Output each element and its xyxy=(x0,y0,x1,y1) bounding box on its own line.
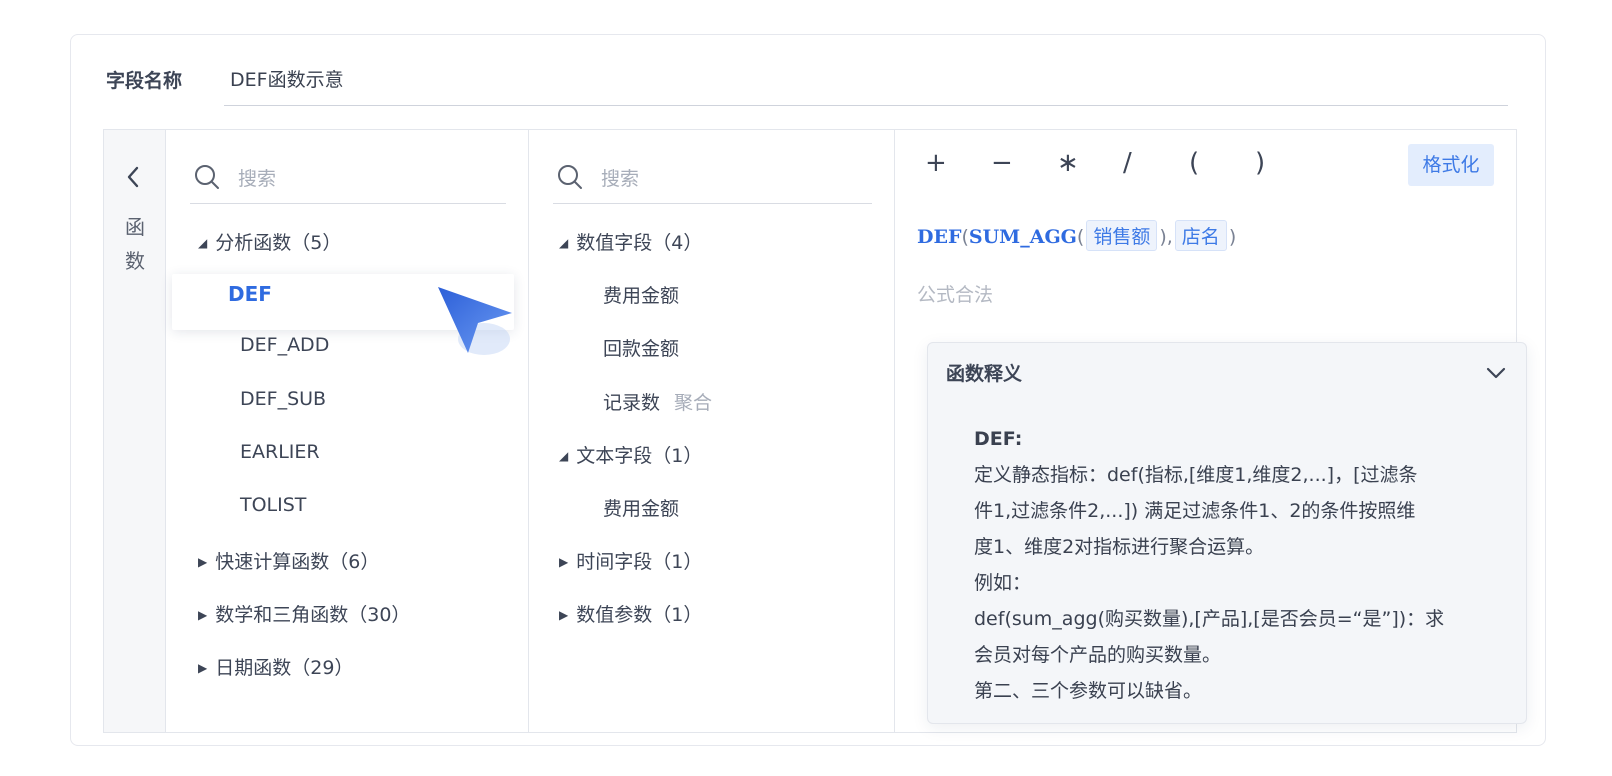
group-label: 数学和三角函数（30） xyxy=(215,604,411,626)
popup-title: 函数释义 xyxy=(946,363,1023,385)
pointer-cursor-icon xyxy=(438,287,512,355)
group-label: 数值参数（1） xyxy=(576,604,703,626)
group-analysis-functions[interactable]: ◢ 分析函数（5） xyxy=(198,228,341,255)
group-numeric-params[interactable]: ▶ 数值参数（1） xyxy=(559,600,702,627)
popup-body: DEF: 定义静态指标：def(指标,[维度1,维度2,...]，[过滤条 件1… xyxy=(974,421,1494,709)
formula-fn-inner: SUM_AGG xyxy=(968,226,1077,248)
function-collapse-bar[interactable]: 函数 xyxy=(104,130,166,732)
popup-line: 定义静态指标：def(指标,[维度1,维度2,...]，[过滤条 xyxy=(974,464,1418,486)
operator-multiply[interactable]: ∗ xyxy=(1057,148,1079,178)
group-label: 日期函数（29） xyxy=(215,657,354,679)
caret-down-icon: ◢ xyxy=(559,236,569,250)
field-item-record-count[interactable]: 记录数 聚合 xyxy=(603,388,712,415)
group-label: 快速计算函数（6） xyxy=(215,551,380,573)
operator-open-paren[interactable]: ( xyxy=(1189,148,1199,178)
function-item-def-add[interactable]: DEF_ADD xyxy=(240,334,329,356)
function-item-earlier[interactable]: EARLIER xyxy=(240,441,320,463)
formula-field-chip[interactable]: 销售额 xyxy=(1086,220,1158,251)
caret-down-icon: ◢ xyxy=(198,236,208,250)
caret-right-icon: ▶ xyxy=(198,555,208,569)
group-math-functions[interactable]: ▶ 数学和三角函数（30） xyxy=(198,600,410,627)
field-item-expense[interactable]: 费用金额 xyxy=(603,281,679,308)
aggregate-tag: 聚合 xyxy=(674,392,713,414)
group-text-fields[interactable]: ◢ 文本字段（1） xyxy=(559,441,702,468)
field-list-panel: 搜索 ◢ 数值字段（4） 费用金额 回款金额 记录数 聚合 ◢ 文本字段（1） 费用金… xyxy=(529,130,895,732)
function-item-def-sub[interactable]: DEF_SUB xyxy=(240,388,326,410)
popup-line: def(sum_agg(购买数量),[产品],[是否会员=“是”])：求 xyxy=(974,608,1445,630)
operator-plus[interactable]: + xyxy=(925,148,947,178)
collapse-vertical-label: 函数 xyxy=(125,215,145,273)
field-name-input[interactable]: DEF函数示意 xyxy=(224,62,1508,106)
field-item-payment[interactable]: 回款金额 xyxy=(603,334,679,361)
formula-status: 公式合法 xyxy=(917,284,994,306)
function-search-placeholder: 搜索 xyxy=(238,168,277,190)
popup-line: 第二、三个参数可以缺省。 xyxy=(974,680,1203,702)
formula-fn-outer: DEF xyxy=(917,226,962,248)
operator-close-paren[interactable]: ) xyxy=(1255,148,1265,178)
field-search-input[interactable]: 搜索 xyxy=(553,158,872,204)
group-quick-calc-functions[interactable]: ▶ 快速计算函数（6） xyxy=(198,547,379,574)
search-icon xyxy=(195,165,219,189)
group-label: 文本字段（1） xyxy=(576,445,703,467)
field-item-text-expense[interactable]: 费用金额 xyxy=(603,494,679,521)
operator-divide[interactable]: / xyxy=(1123,148,1132,178)
popup-line: 会员对每个产品的购买数量。 xyxy=(974,644,1222,666)
field-name-label: 字段名称 xyxy=(106,70,183,92)
popup-line: 度1、维度2对指标进行聚合运算。 xyxy=(974,536,1265,558)
group-numeric-fields[interactable]: ◢ 数值字段（4） xyxy=(559,228,702,255)
popup-heading: DEF: xyxy=(974,428,1023,450)
group-label: 时间字段（1） xyxy=(576,551,703,573)
function-list-panel: 搜索 ◢ 分析函数（5） DEF DEF_ADD DEF_SUB EARLIER … xyxy=(166,130,529,732)
formula-text[interactable]: DEF(SUM_AGG(销售额), 店名) xyxy=(917,220,1236,251)
popup-line: 例如： xyxy=(974,572,1032,594)
group-label: 数值字段（4） xyxy=(576,232,703,254)
caret-down-icon: ◢ xyxy=(559,449,569,463)
group-label: 分析函数（5） xyxy=(215,232,342,254)
group-date-functions[interactable]: ▶ 日期函数（29） xyxy=(198,653,353,680)
field-name-row: 字段名称 DEF函数示意 xyxy=(106,62,1508,106)
caret-right-icon: ▶ xyxy=(559,608,569,622)
operator-minus[interactable]: − xyxy=(991,148,1013,178)
function-explain-popup: 函数释义 DEF: 定义静态指标：def(指标,[维度1,维度2,...]，[过… xyxy=(927,342,1527,724)
caret-right-icon: ▶ xyxy=(198,661,208,675)
field-search-placeholder: 搜索 xyxy=(601,168,640,190)
chevron-down-icon[interactable] xyxy=(1484,361,1508,385)
field-item-label: 记录数 xyxy=(603,392,661,414)
function-search-input[interactable]: 搜索 xyxy=(190,158,506,204)
formula-field-chip[interactable]: 店名 xyxy=(1174,220,1227,251)
caret-right-icon: ▶ xyxy=(198,608,208,622)
format-button[interactable]: 格式化 xyxy=(1408,144,1494,186)
caret-right-icon: ▶ xyxy=(559,555,569,569)
group-time-fields[interactable]: ▶ 时间字段（1） xyxy=(559,547,702,574)
popup-line: 件1,过滤条件2,...]) 满足过滤条件1、2的条件按照维 xyxy=(974,500,1416,522)
function-item-tolist[interactable]: TOLIST xyxy=(240,494,306,516)
function-item-def[interactable]: DEF xyxy=(228,282,272,306)
chevron-left-icon[interactable] xyxy=(124,164,142,195)
search-icon xyxy=(558,165,582,189)
